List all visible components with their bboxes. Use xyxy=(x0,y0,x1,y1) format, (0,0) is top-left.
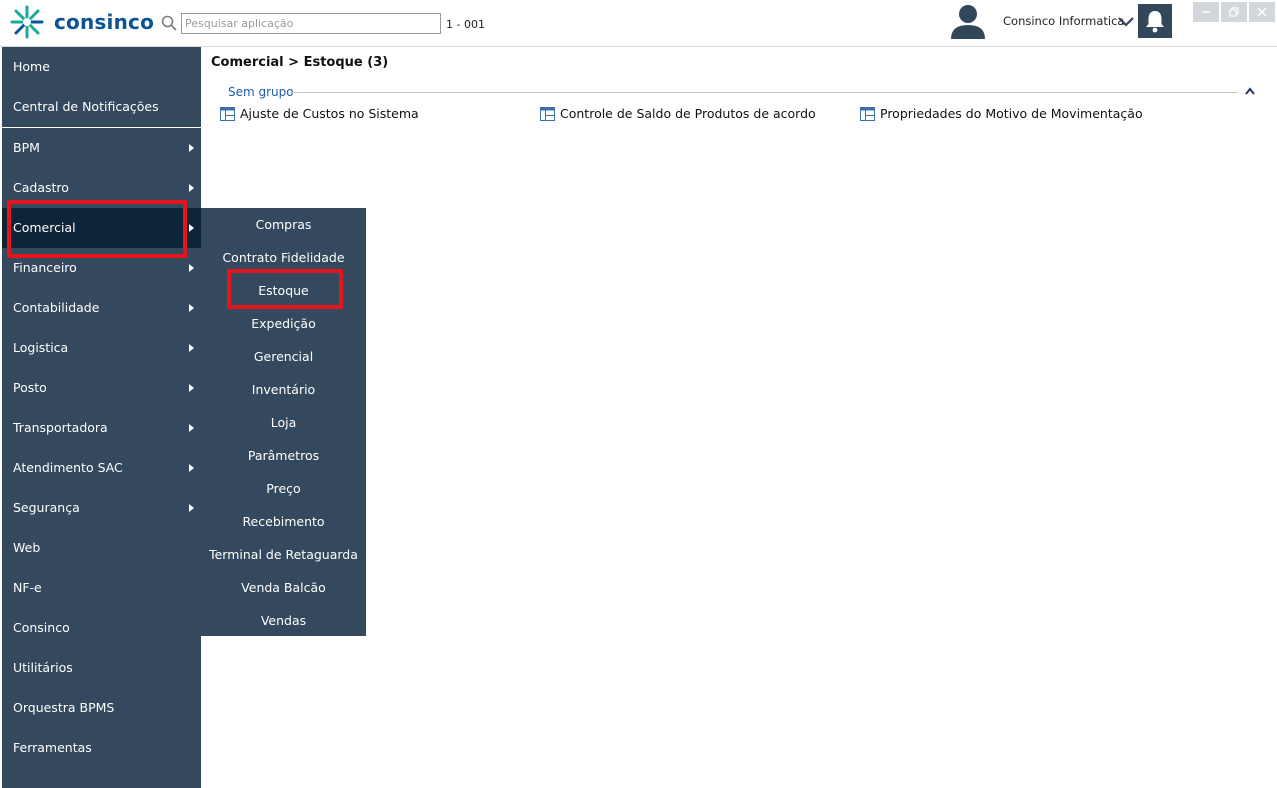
minimize-button[interactable] xyxy=(1193,2,1219,22)
caret-right-icon xyxy=(189,264,194,272)
sidebar-item-label: Central de Notificações xyxy=(13,99,159,114)
sidebar-item-logistica[interactable]: Logistica xyxy=(2,328,201,368)
group-header: Sem grupo xyxy=(228,85,1258,101)
caret-right-icon xyxy=(189,144,194,152)
sidebar-item-label: Home xyxy=(13,59,50,74)
submenu-item-recebimento[interactable]: Recebimento xyxy=(201,505,366,538)
sidebar-item-web[interactable]: Web xyxy=(2,528,201,568)
sidebar-item-label: BPM xyxy=(13,140,40,155)
sidebar-item-label: Ferramentas xyxy=(13,740,92,755)
sidebar: Home Central de Notificações BPM Cadastr… xyxy=(0,47,201,788)
sidebar-item-label: Orquestra BPMS xyxy=(13,700,115,715)
sidebar-item-label: Transportadora xyxy=(13,420,108,435)
sidebar-item-cadastro[interactable]: Cadastro xyxy=(2,168,201,208)
sidebar-item-consinco[interactable]: Consinco xyxy=(2,608,201,648)
logo-star-icon xyxy=(10,5,44,39)
window-app-icon xyxy=(220,106,235,121)
group-label: Sem grupo xyxy=(228,85,294,99)
restore-button[interactable] xyxy=(1221,2,1247,22)
brand-name: consinco xyxy=(54,10,155,34)
submenu-item-compras[interactable]: Compras xyxy=(201,208,366,241)
submenu-item-gerencial[interactable]: Gerencial xyxy=(201,340,366,373)
sidebar-item-label: Utilitários xyxy=(13,660,73,675)
main-content: Comercial > Estoque (3) xyxy=(211,55,388,70)
restore-icon xyxy=(1229,7,1239,17)
minimize-icon xyxy=(1202,11,1210,13)
sidebar-item-label: Logistica xyxy=(13,340,69,355)
caret-right-icon xyxy=(189,304,194,312)
sidebar-item-nfe[interactable]: NF-e xyxy=(2,568,201,608)
submenu-item-preco[interactable]: Preço xyxy=(201,472,366,505)
submenu-item-contrato-fidelidade[interactable]: Contrato Fidelidade xyxy=(201,241,366,274)
submenu-item-loja[interactable]: Loja xyxy=(201,406,366,439)
sidebar-item-label: Segurança xyxy=(13,500,80,515)
sidebar-item-comercial[interactable]: Comercial xyxy=(2,208,201,248)
caret-right-icon xyxy=(189,504,194,512)
search-icon[interactable] xyxy=(160,14,178,32)
sidebar-item-label: Cadastro xyxy=(13,180,69,195)
app-item-controle-saldo[interactable]: Controle de Saldo de Produtos de acordo xyxy=(540,106,816,121)
search-input[interactable] xyxy=(181,13,441,34)
user-name[interactable]: Consinco Informatica xyxy=(1003,14,1124,28)
sidebar-item-label: Posto xyxy=(13,380,47,395)
app-item-label: Controle de Saldo de Produtos de acordo xyxy=(560,106,816,121)
window-app-icon xyxy=(540,106,555,121)
app-item-label: Ajuste de Custos no Sistema xyxy=(240,106,419,121)
sidebar-item-home[interactable]: Home xyxy=(2,47,201,87)
close-icon xyxy=(1257,7,1267,17)
sidebar-item-transportadora[interactable]: Transportadora xyxy=(2,408,201,448)
app-item-ajuste-custos[interactable]: Ajuste de Custos no Sistema xyxy=(220,106,419,121)
caret-right-icon xyxy=(189,464,194,472)
chevron-up-icon[interactable] xyxy=(1244,86,1256,96)
notifications-button[interactable] xyxy=(1138,4,1172,38)
app-item-label: Propriedades do Motivo de Movimentação xyxy=(880,106,1143,121)
sidebar-item-posto[interactable]: Posto xyxy=(2,368,201,408)
submenu-item-terminal-retaguarda[interactable]: Terminal de Retaguarda xyxy=(201,538,366,571)
caret-right-icon xyxy=(189,184,194,192)
company-code: 1 - 001 xyxy=(446,18,485,31)
submenu-item-parametros[interactable]: Parâmetros xyxy=(201,439,366,472)
submenu-item-estoque[interactable]: Estoque xyxy=(201,274,366,307)
sidebar-item-orquestra-bpms[interactable]: Orquestra BPMS xyxy=(2,688,201,728)
submenu-item-inventario[interactable]: Inventário xyxy=(201,373,366,406)
bell-icon xyxy=(1146,11,1164,33)
chevron-down-icon[interactable] xyxy=(1116,12,1136,32)
submenu-item-venda-balcao[interactable]: Venda Balcão xyxy=(201,571,366,604)
sidebar-item-seguranca[interactable]: Segurança xyxy=(2,488,201,528)
sidebar-item-label: Atendimento SAC xyxy=(13,460,123,475)
submenu-item-vendas[interactable]: Vendas xyxy=(201,604,366,637)
sidebar-item-label: Comercial xyxy=(13,220,76,235)
sidebar-item-label: Web xyxy=(13,540,41,555)
window-app-icon xyxy=(860,106,875,121)
submenu-item-expedicao[interactable]: Expedição xyxy=(201,307,366,340)
sidebar-item-label: Contabilidade xyxy=(13,300,100,315)
comercial-submenu: Compras Contrato Fidelidade Estoque Expe… xyxy=(201,208,366,636)
caret-right-icon xyxy=(189,224,194,232)
caret-right-icon xyxy=(189,344,194,352)
sidebar-item-label: Financeiro xyxy=(13,260,77,275)
close-button[interactable] xyxy=(1249,2,1275,22)
sidebar-item-label: Consinco xyxy=(13,620,70,635)
sidebar-item-label: NF-e xyxy=(13,580,42,595)
sidebar-item-bpm[interactable]: BPM xyxy=(2,128,201,168)
breadcrumb: Comercial > Estoque (3) xyxy=(211,55,389,70)
top-header: consinco 1 - 001 Consinco Informatica xyxy=(0,0,1277,47)
caret-right-icon xyxy=(189,384,194,392)
sidebar-item-ferramentas[interactable]: Ferramentas xyxy=(2,728,201,768)
group-divider xyxy=(290,92,1238,93)
sidebar-item-atendimento-sac[interactable]: Atendimento SAC xyxy=(2,448,201,488)
consinco-logo: consinco xyxy=(8,4,154,40)
sidebar-item-notifications[interactable]: Central de Notificações xyxy=(2,87,201,127)
sidebar-item-financeiro[interactable]: Financeiro xyxy=(2,248,201,288)
caret-right-icon xyxy=(189,424,194,432)
sidebar-item-utilitarios[interactable]: Utilitários xyxy=(2,648,201,688)
user-avatar-icon[interactable] xyxy=(948,2,988,40)
app-item-propriedades-motivo[interactable]: Propriedades do Motivo de Movimentação xyxy=(860,106,1143,121)
sidebar-item-contabilidade[interactable]: Contabilidade xyxy=(2,288,201,328)
